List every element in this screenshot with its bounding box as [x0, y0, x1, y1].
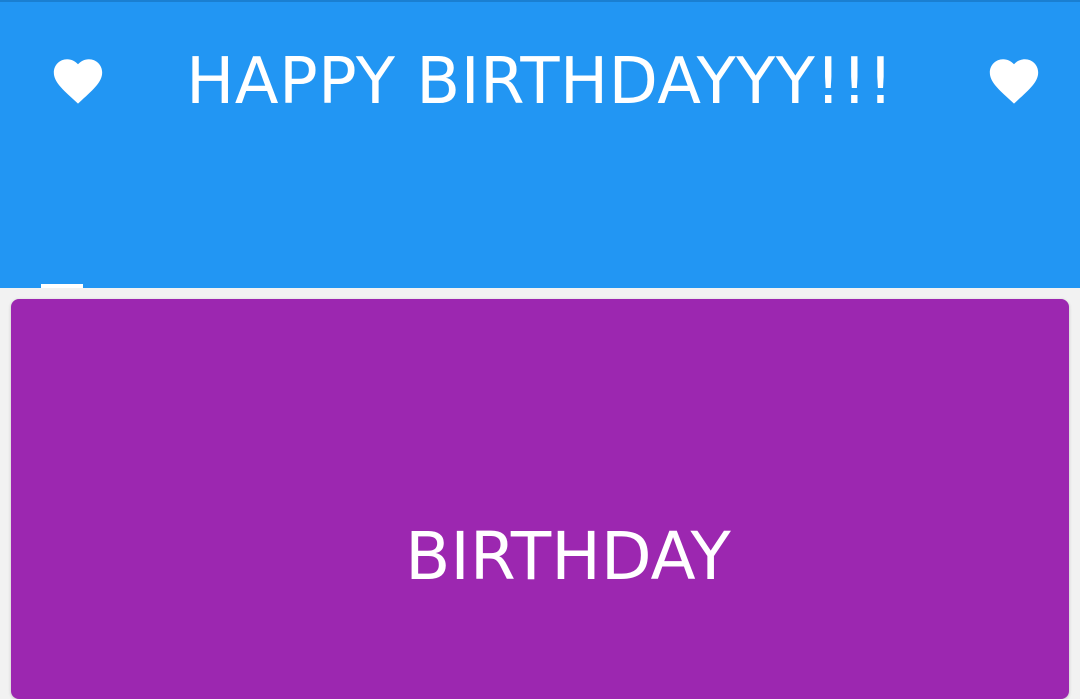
content-area: BIRTHDAY — [0, 288, 1080, 699]
app-bar: HAPPY BIRTHDAYYY!!! — [0, 0, 1080, 290]
birthday-card[interactable]: BIRTHDAY — [11, 299, 1069, 699]
card-label: BIRTHDAY — [405, 518, 731, 595]
heart-icon-svg — [989, 59, 1039, 104]
heart-icon[interactable] — [985, 52, 1043, 110]
page-title: HAPPY BIRTHDAYYY!!! — [186, 45, 894, 119]
